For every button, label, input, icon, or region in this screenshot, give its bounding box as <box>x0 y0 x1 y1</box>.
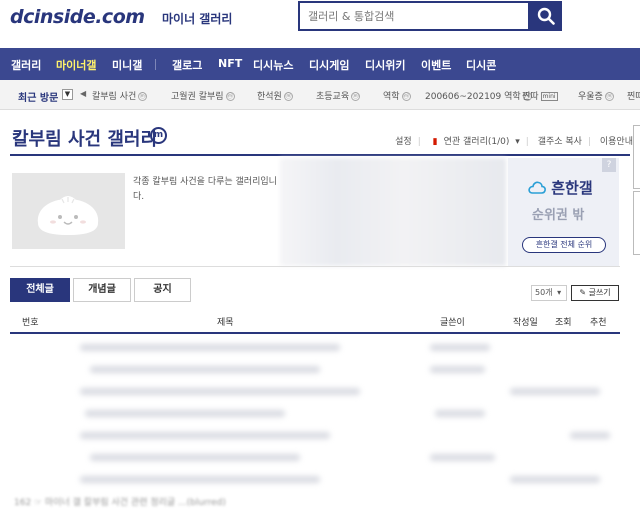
site-header: dcinside.com 마이너 갤러리 <box>0 0 640 48</box>
tab-recommended-posts[interactable]: 개념글 <box>73 278 131 302</box>
nav-item-nft[interactable]: NFT <box>218 57 242 70</box>
nav-item-dccon[interactable]: 디시콘 <box>466 57 496 73</box>
dropdown-icon: ▾ <box>557 288 562 297</box>
main-nav: 갤러리 마이너갤 미니갤 갤로그 NFT 디시뉴스 디시게임 디시위키 이벤트 … <box>0 48 640 80</box>
nav-item-mini-gallery[interactable]: 미니갤 <box>112 57 142 73</box>
recent-item[interactable]: 초등교육 ⓜ <box>316 89 361 102</box>
nav-item-gallog[interactable]: 갤로그 <box>172 57 202 73</box>
full-ranking-button[interactable]: 흔한갤 전체 순위 <box>522 237 606 253</box>
title-divider <box>10 154 630 156</box>
related-gallery-link[interactable]: ▮ 연관 갤러리(1/0) ▾ <box>430 137 520 147</box>
recent-item[interactable]: 칼부림 사건 ⓜ <box>92 89 148 102</box>
tab-all-posts[interactable]: 전체글 <box>10 278 70 302</box>
help-icon[interactable]: ? <box>602 158 616 172</box>
table-row[interactable] <box>10 470 620 490</box>
rank-logo: 흔한갤 <box>528 177 593 198</box>
tab-notice[interactable]: 공지 <box>134 278 191 302</box>
table-row[interactable] <box>10 338 620 358</box>
table-row[interactable] <box>10 426 620 446</box>
column-recommend: 추천 <box>590 318 607 328</box>
recent-item[interactable]: 역학 ⓜ <box>383 89 411 102</box>
nav-divider <box>155 59 156 70</box>
table-row[interactable] <box>10 360 620 380</box>
remove-icon[interactable]: ⓜ <box>225 92 235 101</box>
remove-icon[interactable]: ⓜ <box>604 92 614 101</box>
remove-icon[interactable]: ⓜ <box>283 92 293 101</box>
dumpling-mascot-icon <box>37 196 99 235</box>
table-row[interactable]: 162 ☞ 마이너 갤 칼부림 사건 관련 정리글 ...(blurred) <box>14 495 226 508</box>
search-box <box>298 1 530 31</box>
nav-item-dcnews[interactable]: 디시뉴스 <box>253 57 293 73</box>
recent-item[interactable]: 찐따 <box>627 89 640 102</box>
recent-toggle-button[interactable]: ▼ <box>62 89 73 100</box>
remove-icon[interactable]: ⓜ <box>138 92 148 101</box>
side-widget[interactable] <box>633 191 640 255</box>
side-widget[interactable] <box>633 125 640 189</box>
recent-item[interactable]: 한석원 ⓜ <box>257 89 293 102</box>
recent-item[interactable]: 찐따 mini <box>522 89 558 102</box>
nav-item-dcwiki[interactable]: 디시위키 <box>365 57 405 73</box>
pencil-icon: ✎ <box>579 288 587 297</box>
gallery-thumbnail <box>12 173 125 249</box>
table-row[interactable] <box>10 448 620 468</box>
remove-icon[interactable]: ⓜ <box>351 92 361 101</box>
per-page-select[interactable]: 50개 ▾ <box>531 285 567 301</box>
minor-gallery-link[interactable]: 마이너 갤러리 <box>162 10 232 27</box>
gallery-links: 설정 | ▮ 연관 갤러리(1/0) ▾ | 갤주소 복사 | 이용안내 <box>395 137 633 147</box>
gallery-title[interactable]: 칼부림 사건 갤러리 <box>12 125 157 151</box>
recent-visits-label: 최근 방문 <box>18 93 59 104</box>
table-row[interactable] <box>10 404 620 424</box>
post-list <box>10 336 620 511</box>
site-logo[interactable]: dcinside.com <box>10 6 145 28</box>
copy-address-link[interactable]: 갤주소 복사 <box>538 137 582 147</box>
rank-panel: ? 흔한갤 순위권 밖 흔한갤 전체 순위 <box>508 158 619 266</box>
rank-status: 순위권 밖 <box>532 208 585 223</box>
nav-item-minor-gallery[interactable]: 마이너갤 <box>56 57 96 73</box>
blurred-banner <box>280 158 506 266</box>
search-button[interactable] <box>530 1 562 31</box>
nav-item-gallery[interactable]: 갤러리 <box>11 57 41 73</box>
search-icon <box>537 7 555 25</box>
nav-item-event[interactable]: 이벤트 <box>421 57 451 73</box>
write-button[interactable]: ✎ 글쓰기 <box>571 285 619 301</box>
column-number: 번호 <box>22 318 39 328</box>
post-list-header: 번호 제목 글쓴이 작성일 조회 추천 <box>10 308 620 334</box>
column-title: 제목 <box>217 318 234 328</box>
minor-gallery-badge: m <box>150 127 167 144</box>
guide-link[interactable]: 이용안내 <box>600 137 633 147</box>
cloud-icon <box>528 181 546 194</box>
remove-icon[interactable]: ⓜ <box>401 92 411 101</box>
nav-item-dcgame[interactable]: 디시게임 <box>309 57 349 73</box>
recent-item[interactable]: 우울증 ⓜ <box>578 89 614 102</box>
info-divider <box>10 266 620 267</box>
recent-visits-bar: 최근 방문 ▼ ◀ 칼부림 사건 ⓜ 고월권 칼부림 ⓜ 한석원 ⓜ 초등교육 ⓜ 역학… <box>0 80 640 110</box>
gallery-description: 각종 칼부림 사건을 다루는 갤러리입니다. <box>133 177 277 202</box>
recent-item[interactable]: 고월권 칼부림 ⓜ <box>171 89 235 102</box>
mini-gallery-icon: mini <box>540 92 558 101</box>
column-date: 작성일 <box>513 318 538 328</box>
column-author: 글쓴이 <box>440 318 465 328</box>
column-views: 조회 <box>555 318 572 328</box>
recent-item[interactable]: 200606~202109 역학 ⓜ <box>425 89 532 102</box>
settings-link[interactable]: 설정 <box>395 137 412 147</box>
table-row[interactable] <box>10 382 620 402</box>
recent-prev-icon[interactable]: ◀ <box>80 89 86 98</box>
search-input[interactable] <box>300 3 528 29</box>
related-icon: ▮ <box>432 137 438 147</box>
